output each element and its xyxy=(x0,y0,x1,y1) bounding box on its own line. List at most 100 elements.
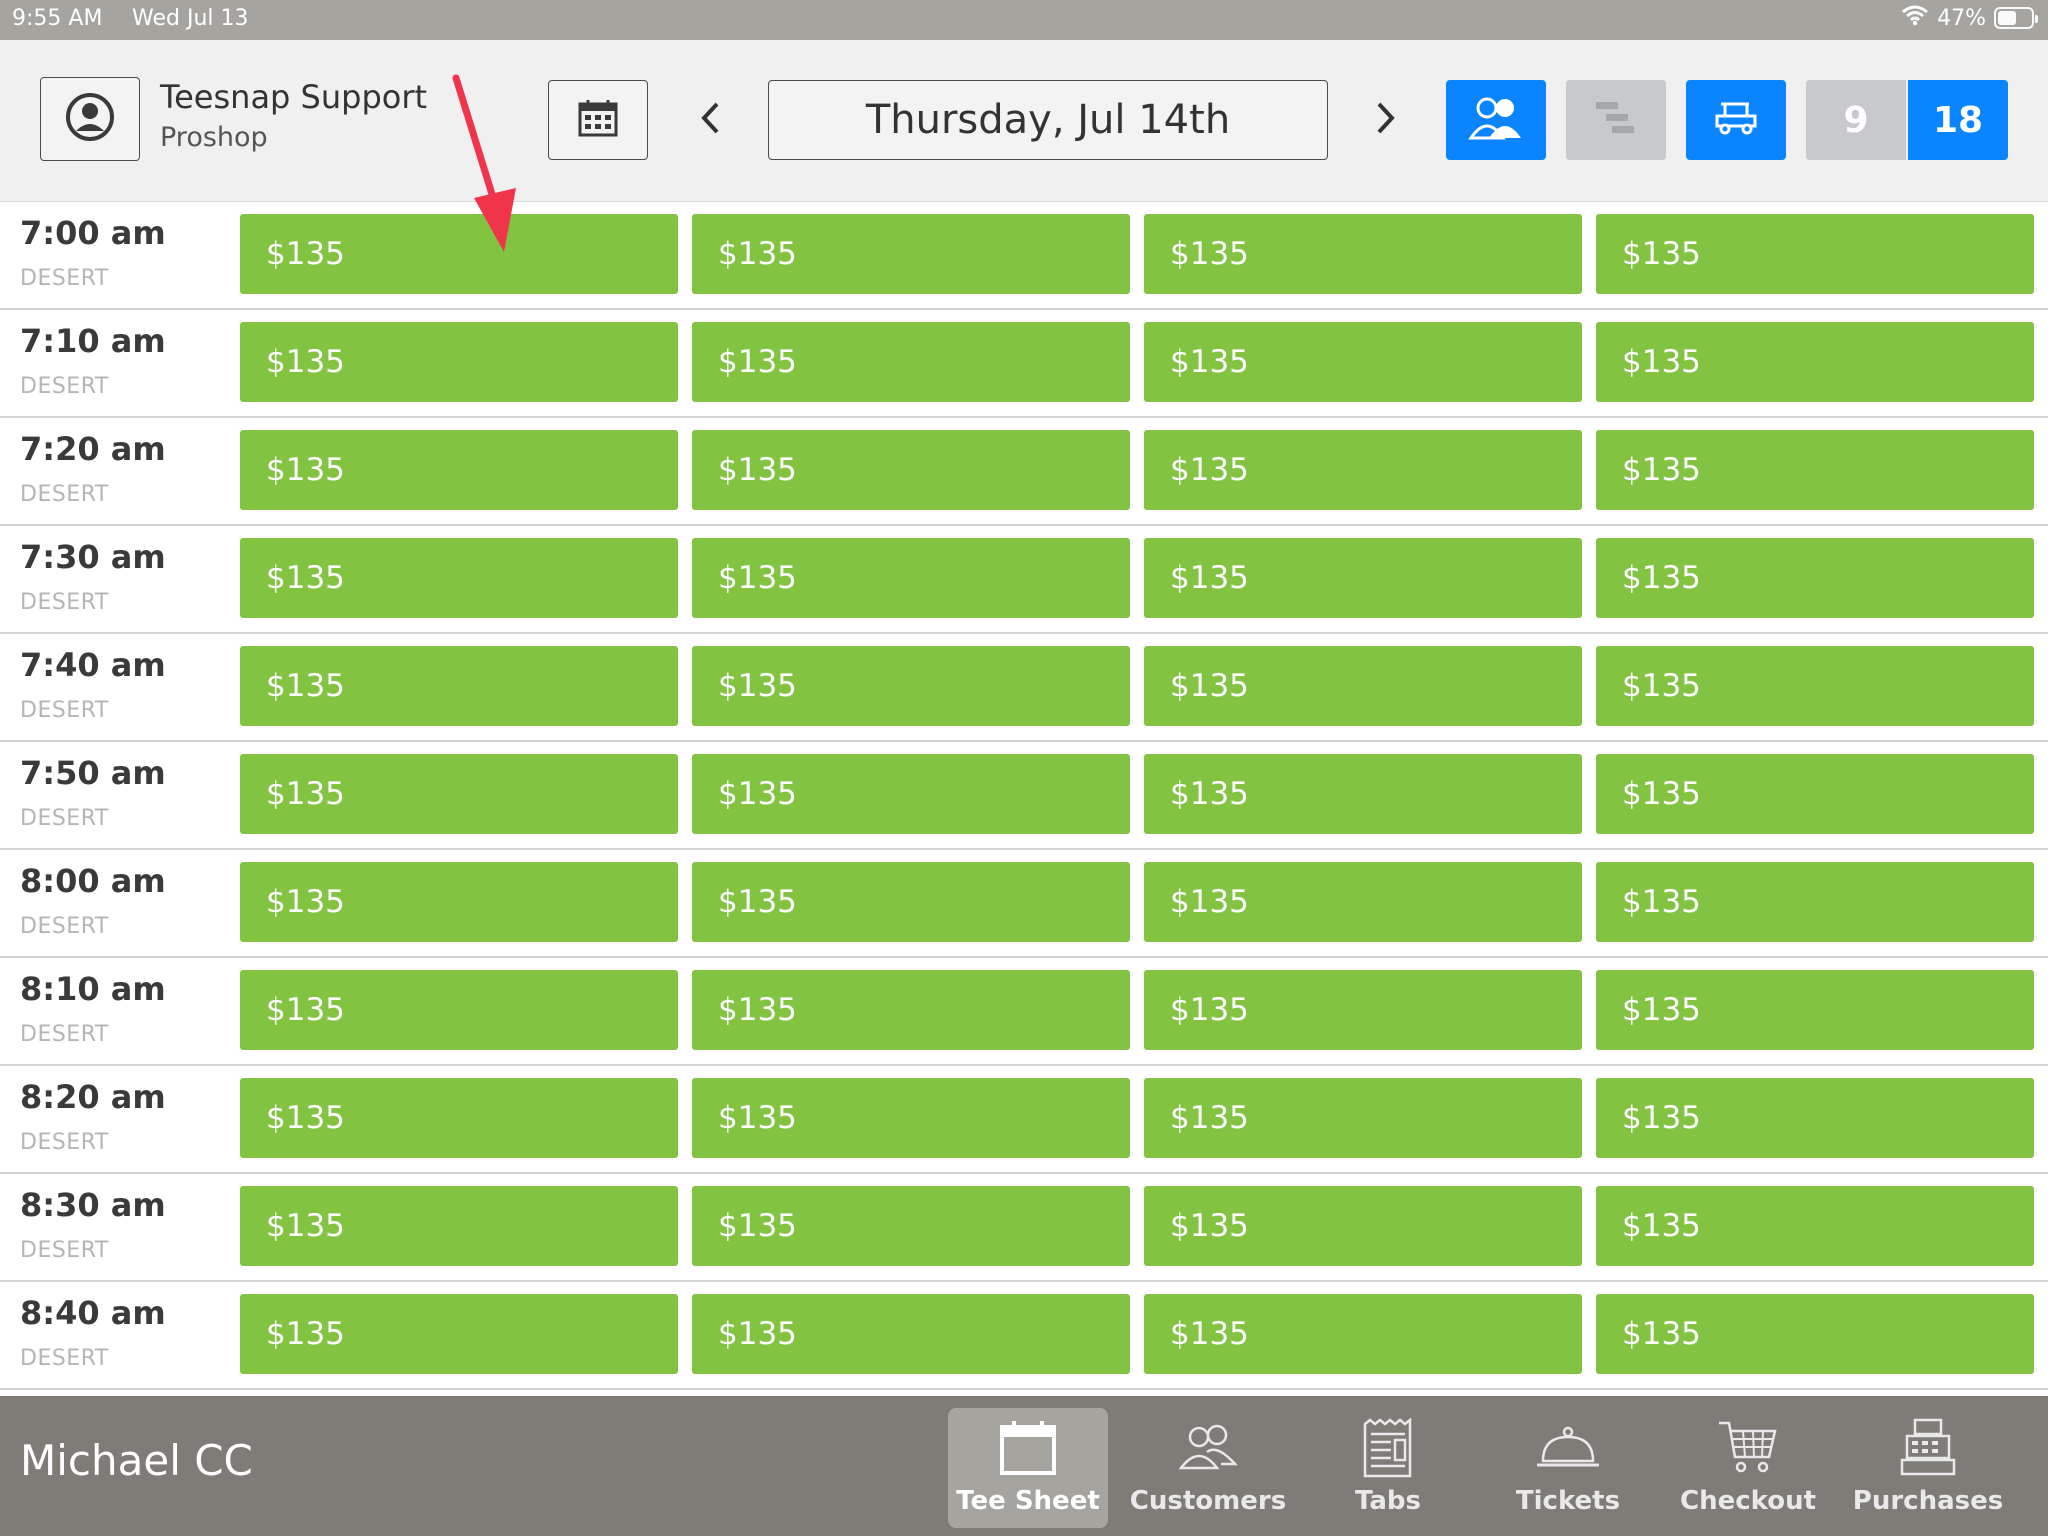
course-name: DESERT xyxy=(20,698,109,723)
tab-customers[interactable]: Customers xyxy=(1128,1408,1288,1528)
customers-icon xyxy=(1177,1412,1239,1484)
tee-slot-button[interactable]: $135 xyxy=(1596,1078,2034,1158)
tee-slot-button[interactable]: $135 xyxy=(1144,1186,1582,1266)
tee-time: 8:00 am xyxy=(20,862,166,900)
course-name: DESERT xyxy=(20,1022,109,1047)
tee-slot-button[interactable]: $135 xyxy=(692,538,1130,618)
tab-purchases[interactable]: Purchases xyxy=(1848,1408,2008,1528)
previous-day-button[interactable] xyxy=(688,95,732,145)
tee-slot-button[interactable]: $135 xyxy=(1596,862,2034,942)
tee-slot-button[interactable]: $135 xyxy=(1596,538,2034,618)
course-name: DESERT xyxy=(20,806,109,831)
tee-slot-button[interactable]: $135 xyxy=(1144,754,1582,834)
tee-slot-button[interactable]: $135 xyxy=(240,1186,678,1266)
club-name: Michael CC xyxy=(20,1436,253,1485)
tab-tickets[interactable]: Tickets xyxy=(1488,1408,1648,1528)
tee-slot-button[interactable]: $135 xyxy=(692,322,1130,402)
tee-slot-button[interactable]: $135 xyxy=(1596,214,2034,294)
tee-slot-button[interactable]: $135 xyxy=(1144,430,1582,510)
tee-time-row: 7:50 am DESERT $135 $135 $135 $135 xyxy=(0,742,2048,850)
tab-tabs[interactable]: Tabs xyxy=(1308,1408,1468,1528)
tee-slot-button[interactable]: $135 xyxy=(1596,322,2034,402)
next-day-button[interactable] xyxy=(1364,95,1408,145)
tee-time-row: 8:30 am DESERT $135 $135 $135 $135 xyxy=(0,1174,2048,1282)
tee-time: 7:30 am xyxy=(20,538,166,576)
tee-time: 8:10 am xyxy=(20,970,166,1008)
tee-slot-button[interactable]: $135 xyxy=(240,970,678,1050)
register-icon xyxy=(1899,1412,1957,1484)
tee-slot-button[interactable]: $135 xyxy=(240,1078,678,1158)
tee-time: 7:10 am xyxy=(20,322,166,360)
list-order-icon xyxy=(1592,98,1640,142)
bottom-nav-bar: Michael CC Tee Sheet Customers Tabs Tick… xyxy=(0,1396,2048,1536)
tee-slot-button[interactable]: $135 xyxy=(692,430,1130,510)
tee-time-row: 8:10 am DESERT $135 $135 $135 $135 xyxy=(0,958,2048,1066)
tee-slot-button[interactable]: $135 xyxy=(1144,1078,1582,1158)
players-view-button[interactable] xyxy=(1446,80,1546,160)
holes-18-toggle[interactable]: 18 xyxy=(1908,80,2008,160)
tee-slot-button[interactable]: $135 xyxy=(1144,970,1582,1050)
cloche-icon xyxy=(1535,1412,1601,1484)
order-view-button[interactable] xyxy=(1566,80,1666,160)
tee-time: 8:30 am xyxy=(20,1186,166,1224)
tee-slot-button[interactable]: $135 xyxy=(1596,430,2034,510)
tee-slot-button[interactable]: $135 xyxy=(1144,646,1582,726)
tee-time: 7:20 am xyxy=(20,430,166,468)
user-avatar-icon xyxy=(64,91,116,147)
tab-label: Checkout xyxy=(1679,1486,1817,1516)
calendar-button[interactable] xyxy=(548,80,648,160)
tee-slot-button[interactable]: $135 xyxy=(1596,1294,2034,1374)
tee-slot-button[interactable]: $135 xyxy=(692,862,1130,942)
tee-slot-button[interactable]: $135 xyxy=(692,1078,1130,1158)
wifi-icon xyxy=(1901,4,1929,32)
holes-9-toggle[interactable]: 9 xyxy=(1806,80,1906,160)
tee-slot-button[interactable]: $135 xyxy=(692,970,1130,1050)
tee-slot-button[interactable]: $135 xyxy=(692,214,1130,294)
course-name: DESERT xyxy=(20,914,109,939)
tee-slot-button[interactable]: $135 xyxy=(240,862,678,942)
tee-time-row: 7:10 am DESERT $135 $135 $135 $135 xyxy=(0,310,2048,418)
tab-label: Purchases xyxy=(1852,1486,2004,1516)
tee-slot-button[interactable]: $135 xyxy=(1596,646,2034,726)
tab-label: Tickets xyxy=(1515,1486,1621,1516)
course-name: DESERT xyxy=(20,1238,109,1263)
tee-slot-button[interactable]: $135 xyxy=(1596,970,2034,1050)
tee-slot-button[interactable]: $135 xyxy=(240,646,678,726)
status-right: 47% xyxy=(1901,4,2038,32)
tee-slot-button[interactable]: $135 xyxy=(692,1186,1130,1266)
tab-checkout[interactable]: Checkout xyxy=(1668,1408,1828,1528)
date-selector[interactable]: Thursday, Jul 14th xyxy=(768,80,1328,160)
header: Teesnap Support Proshop Thursday, Jul 14… xyxy=(0,40,2048,202)
course-name: DESERT xyxy=(20,590,109,615)
tab-tee-sheet[interactable]: Tee Sheet xyxy=(948,1408,1108,1528)
tab-label: Customers xyxy=(1129,1486,1287,1516)
tee-time-row: 7:40 am DESERT $135 $135 $135 $135 xyxy=(0,634,2048,742)
cart-view-button[interactable] xyxy=(1686,80,1786,160)
tee-slot-button[interactable]: $135 xyxy=(1144,1294,1582,1374)
tee-time: 7:00 am xyxy=(20,214,166,252)
tee-time-row: 7:30 am DESERT $135 $135 $135 $135 xyxy=(0,526,2048,634)
tee-slot-button[interactable]: $135 xyxy=(240,754,678,834)
user-role: Proshop xyxy=(160,122,268,153)
tee-slot-button[interactable]: $135 xyxy=(240,322,678,402)
tee-slot-button[interactable]: $135 xyxy=(1596,754,2034,834)
tee-slot-button[interactable]: $135 xyxy=(240,1294,678,1374)
tee-slot-button[interactable]: $135 xyxy=(692,1294,1130,1374)
tee-slot-button[interactable]: $135 xyxy=(1144,322,1582,402)
tee-slot-button[interactable]: $135 xyxy=(692,754,1130,834)
tee-slot-button[interactable]: $135 xyxy=(1144,538,1582,618)
course-name: DESERT xyxy=(20,374,109,399)
course-name: DESERT xyxy=(20,1130,109,1155)
user-profile-button[interactable] xyxy=(40,77,140,161)
tab-label: Tabs xyxy=(1354,1486,1421,1516)
course-name: DESERT xyxy=(20,266,109,291)
tee-slot-button[interactable]: $135 xyxy=(1144,214,1582,294)
tee-slot-button[interactable]: $135 xyxy=(692,646,1130,726)
tee-slot-button[interactable]: $135 xyxy=(240,538,678,618)
course-name: DESERT xyxy=(20,482,109,507)
tee-slot-button[interactable]: $135 xyxy=(240,214,678,294)
status-date: Wed Jul 13 xyxy=(132,6,249,31)
tee-slot-button[interactable]: $135 xyxy=(1596,1186,2034,1266)
tee-slot-button[interactable]: $135 xyxy=(240,430,678,510)
tee-slot-button[interactable]: $135 xyxy=(1144,862,1582,942)
